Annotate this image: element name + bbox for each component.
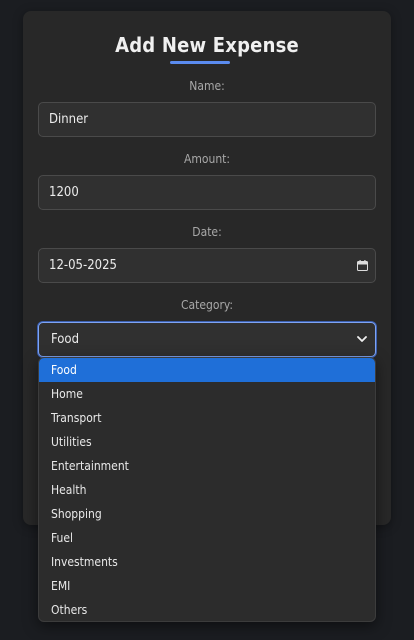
name-label: Name:	[189, 79, 225, 93]
category-value: Food	[51, 332, 79, 347]
amount-input[interactable]: 1200	[38, 175, 376, 210]
amount-label: Amount:	[183, 152, 231, 166]
category-select[interactable]: Food	[38, 322, 376, 357]
option-investments[interactable]: Investments	[39, 550, 375, 574]
title-underline	[170, 61, 230, 64]
amount-value: 1200	[49, 185, 79, 200]
category-dropdown-list[interactable]: Food Home Transport Utilities Entertainm…	[38, 357, 376, 622]
option-health[interactable]: Health	[39, 478, 375, 502]
name-input[interactable]: Dinner	[38, 102, 376, 137]
name-value: Dinner	[49, 112, 89, 127]
option-home[interactable]: Home	[39, 382, 375, 406]
option-emi[interactable]: EMI	[39, 574, 375, 598]
date-label: Date:	[192, 225, 222, 239]
chevron-down-icon	[349, 336, 375, 343]
option-food[interactable]: Food	[39, 358, 375, 382]
option-transport[interactable]: Transport	[39, 406, 375, 430]
date-value: 12-05-2025	[49, 258, 117, 273]
category-label: Category:	[180, 298, 234, 312]
page-title: Add New Expense	[115, 33, 299, 57]
option-others[interactable]: Others	[39, 598, 375, 621]
calendar-icon[interactable]	[349, 260, 375, 271]
option-shopping[interactable]: Shopping	[39, 502, 375, 526]
option-fuel[interactable]: Fuel	[39, 526, 375, 550]
option-utilities[interactable]: Utilities	[39, 430, 375, 454]
option-entertainment[interactable]: Entertainment	[39, 454, 375, 478]
date-input[interactable]: 12-05-2025	[38, 248, 376, 283]
